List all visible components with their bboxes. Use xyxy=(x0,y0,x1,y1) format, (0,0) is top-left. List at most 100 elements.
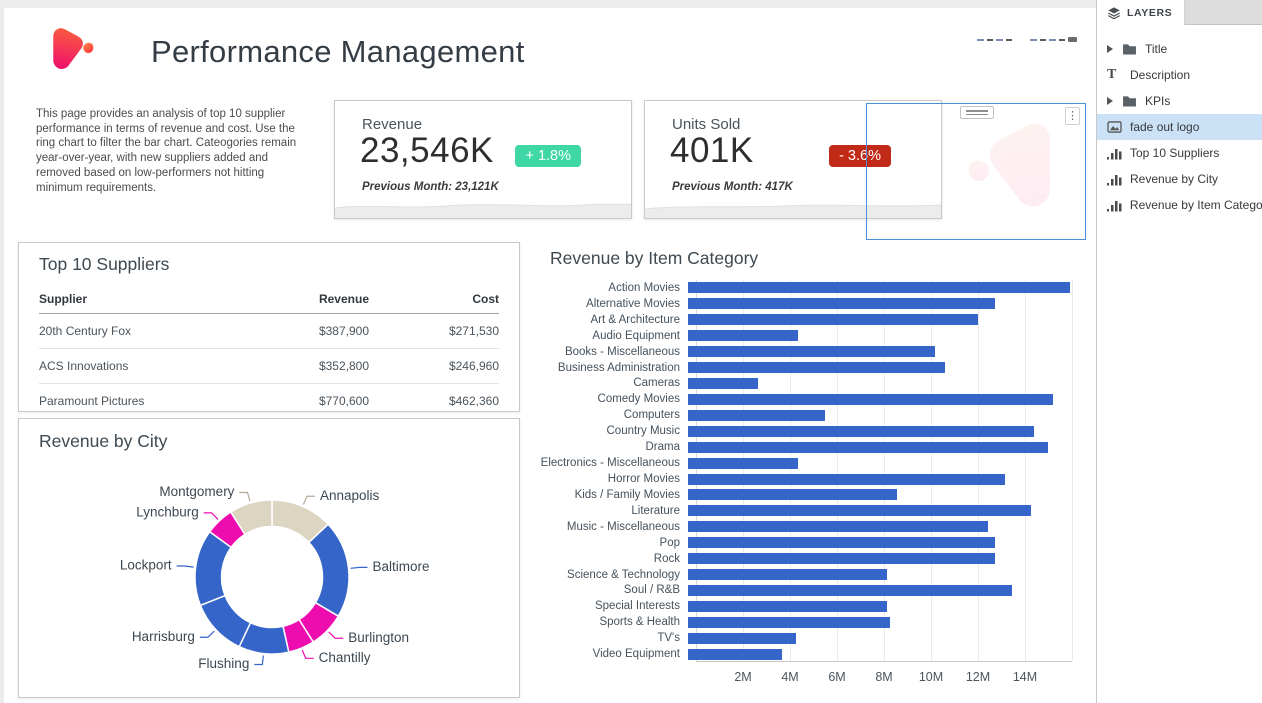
bar-row: Business Administration xyxy=(534,360,1072,376)
value-cell: $462,360 xyxy=(369,384,499,419)
bar-row: Audio Equipment xyxy=(534,328,1072,344)
category-label: Literature xyxy=(534,505,688,517)
bar-track xyxy=(688,649,1072,660)
column-header[interactable]: Supplier xyxy=(39,287,239,314)
category-label: Horror Movies xyxy=(534,473,688,485)
bar-track xyxy=(688,458,1072,469)
bar[interactable] xyxy=(688,569,887,580)
bar[interactable] xyxy=(688,553,995,564)
bar[interactable] xyxy=(688,617,890,628)
bar-track xyxy=(688,617,1072,628)
layer-item-fade-out-logo[interactable]: fade out logo xyxy=(1097,114,1262,140)
layer-item-revenue-by-item-catego[interactable]: Revenue by Item Catego xyxy=(1097,192,1262,218)
bar[interactable] xyxy=(688,426,1034,437)
selected-widget-fade-out-logo[interactable]: ⋮ xyxy=(866,103,1086,240)
layer-item-revenue-by-city[interactable]: Revenue by City xyxy=(1097,166,1262,192)
kpi-previous: Previous Month: 23,121K xyxy=(362,181,499,193)
bar[interactable] xyxy=(688,601,887,612)
bar-track xyxy=(688,298,1072,309)
layer-item-top-10-suppliers[interactable]: Top 10 Suppliers xyxy=(1097,140,1262,166)
bar[interactable] xyxy=(688,585,1012,596)
leader-line xyxy=(329,632,343,638)
bar[interactable] xyxy=(688,489,897,500)
supplier-cell: Paramount Pictures xyxy=(39,384,239,419)
bar[interactable] xyxy=(688,505,1031,516)
bar[interactable] xyxy=(688,346,935,357)
layers-list: TitleTDescriptionKPIsfade out logoTop 10… xyxy=(1097,36,1262,218)
bar-row: Sports & Health xyxy=(534,614,1072,630)
widget-menu-icon[interactable]: ⋮ xyxy=(1065,107,1080,125)
bar[interactable] xyxy=(688,458,798,469)
layer-item-kpis[interactable]: KPIs xyxy=(1097,88,1262,114)
bar-track xyxy=(688,505,1072,516)
bar[interactable] xyxy=(688,330,798,341)
layers-panel: LAYERS TitleTDescriptionKPIsfade out log… xyxy=(1096,0,1262,703)
value-cell: $352,800 xyxy=(239,349,369,384)
bar[interactable] xyxy=(688,314,978,325)
bar[interactable] xyxy=(688,442,1048,453)
category-label: Soul / R&B xyxy=(534,584,688,596)
widget-title: Revenue by Item Category xyxy=(550,248,1072,269)
bar[interactable] xyxy=(688,521,988,532)
bar[interactable] xyxy=(688,378,758,389)
bar[interactable] xyxy=(688,649,782,660)
text-icon: T xyxy=(1107,67,1123,83)
chart-icon xyxy=(1107,147,1123,160)
dashboard-canvas: Performance Management This page provide… xyxy=(4,8,1096,703)
kpi-card-revenue[interactable]: Revenue 23,546K + 1.8% Previous Month: 2… xyxy=(334,100,632,219)
bar[interactable] xyxy=(688,394,1053,405)
category-label: Pop xyxy=(534,537,688,549)
bar[interactable] xyxy=(688,537,995,548)
leader-line xyxy=(200,631,215,637)
revenue-by-item-category-widget[interactable]: Revenue by Item Category Action MoviesAl… xyxy=(534,248,1072,686)
bar[interactable] xyxy=(688,298,995,309)
value-cell: $387,900 xyxy=(239,314,369,349)
leader-line xyxy=(239,492,250,501)
layer-item-title[interactable]: Title xyxy=(1097,36,1262,62)
column-header[interactable]: Revenue xyxy=(239,287,369,314)
bar-chart-plot: Action MoviesAlternative MoviesArt & Arc… xyxy=(534,280,1072,662)
layers-tab[interactable]: LAYERS xyxy=(1097,0,1185,25)
table-row[interactable]: Paramount Pictures$770,600$462,360 xyxy=(39,384,499,419)
suppliers-table: SupplierRevenueCost 20th Century Fox$387… xyxy=(39,287,499,419)
bar[interactable] xyxy=(688,410,825,421)
category-label: Alternative Movies xyxy=(534,298,688,310)
bar[interactable] xyxy=(688,282,1070,293)
category-label: Business Administration xyxy=(534,362,688,374)
category-label: Computers xyxy=(534,409,688,421)
bar[interactable] xyxy=(688,633,796,644)
bar-track xyxy=(688,330,1072,341)
bar[interactable] xyxy=(688,474,1005,485)
category-label: Comedy Movies xyxy=(534,393,688,405)
kpi-previous: Previous Month: 417K xyxy=(672,181,793,193)
category-label: Country Music xyxy=(534,425,688,437)
table-row[interactable]: 20th Century Fox$387,900$271,530 xyxy=(39,314,499,349)
layer-item-description[interactable]: TDescription xyxy=(1097,62,1262,88)
faded-element-dashes xyxy=(977,37,1080,42)
bar-track xyxy=(688,282,1072,293)
top-10-suppliers-widget[interactable]: Top 10 Suppliers SupplierRevenueCost 20t… xyxy=(18,242,520,412)
x-axis: 2M4M6M8M10M12M14M xyxy=(696,662,1072,686)
bar-track xyxy=(688,362,1072,373)
leader-line xyxy=(177,566,194,567)
chart-icon xyxy=(1107,199,1123,212)
expand-caret-icon[interactable] xyxy=(1107,97,1113,105)
bar-row: Special Interests xyxy=(534,598,1072,614)
category-label: Music - Miscellaneous xyxy=(534,521,688,533)
leader-line xyxy=(254,656,263,665)
category-label: Special Interests xyxy=(534,600,688,612)
layers-icon xyxy=(1107,6,1121,20)
bar-row: Drama xyxy=(534,439,1072,455)
category-label: Sports & Health xyxy=(534,616,688,628)
donut-segment-harrisburg[interactable] xyxy=(200,596,250,647)
bar-row: Electronics - Miscellaneous xyxy=(534,455,1072,471)
expand-caret-icon[interactable] xyxy=(1107,45,1113,53)
x-tick-label: 2M xyxy=(734,670,751,684)
revenue-by-city-widget[interactable]: Revenue by City AnnapolisBaltimoreBurlin… xyxy=(18,418,520,698)
bar[interactable] xyxy=(688,362,945,373)
column-header[interactable]: Cost xyxy=(369,287,499,314)
x-tick-label: 14M xyxy=(1013,670,1037,684)
table-row[interactable]: ACS Innovations$352,800$246,960 xyxy=(39,349,499,384)
drag-handle[interactable] xyxy=(960,106,994,119)
bar-row: Soul / R&B xyxy=(534,583,1072,599)
